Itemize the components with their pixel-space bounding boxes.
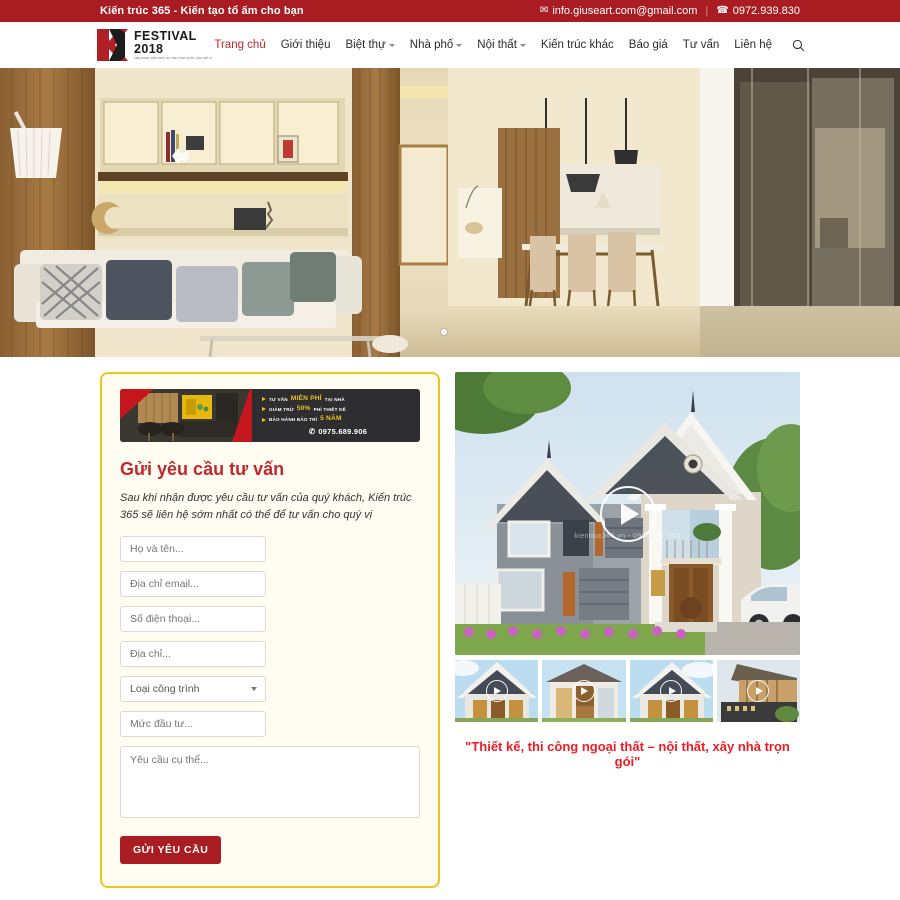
full-name-input[interactable]	[120, 536, 266, 563]
form-description: Sau khi nhận được yêu cầu tư vấn của quý…	[120, 492, 412, 522]
arrow-right-icon	[262, 417, 266, 422]
video-caption: "Thiết kế, thi công ngoại thất – nội thấ…	[465, 739, 790, 769]
play-icon[interactable]	[660, 680, 683, 702]
phone-input[interactable]	[120, 606, 266, 633]
arrow-right-icon	[262, 397, 266, 402]
nav-item-gioi-thieu[interactable]: Giới thiệu	[281, 39, 331, 51]
nav-item-noi-that[interactable]: Nội thất	[477, 39, 526, 51]
submit-request-button[interactable]: GỬI YÊU CẦU	[120, 836, 222, 865]
envelope-icon: ✉	[539, 5, 549, 16]
nav-item-bao-gia[interactable]: Báo giá	[629, 39, 668, 51]
site-tagline: Kiến trúc 365 - Kiến tạo tổ ấm cho bạn	[100, 5, 304, 17]
promo-line-1-pre: TƯ VẤN	[269, 396, 288, 402]
message-textarea[interactable]	[120, 746, 420, 819]
arrow-right-icon	[262, 407, 266, 412]
nav-item-lien-he[interactable]: Liên hệ	[734, 39, 772, 51]
phone-text: 0972.939.830	[732, 5, 800, 17]
play-icon[interactable]	[747, 680, 770, 702]
nav-item-tu-van[interactable]: Tư vấn	[683, 39, 719, 51]
promo-line-2-pre: GIẢM TRỪ	[269, 406, 294, 412]
chevron-down-icon	[388, 44, 395, 47]
search-icon[interactable]	[792, 39, 805, 52]
promo-line-3-pre: BẢO HÀNH BẢO TRÌ	[269, 416, 318, 422]
letter-k-logo-icon	[95, 27, 129, 63]
chevron-down-icon	[519, 44, 526, 47]
nav-item-kien-truc-khac[interactable]: Kiến trúc khác	[541, 39, 614, 51]
email-link[interactable]: ✉ info.giuseart.com@gmail.com	[540, 5, 697, 17]
video-thumbnail-strip	[455, 660, 800, 722]
promo-phone-number: 0975.689.906	[318, 426, 368, 436]
form-fields: Loại công trình	[120, 536, 420, 738]
video-thumbnail-3[interactable]	[629, 660, 713, 722]
promo-line-2-highlight: 50%	[296, 405, 311, 413]
play-icon[interactable]	[599, 485, 656, 542]
nav-item-trang-chu[interactable]: Trang chủ	[214, 39, 265, 51]
promo-line-1-highlight: MIỄN PHÍ	[290, 395, 322, 402]
nav-label: Biệt thự	[345, 39, 386, 51]
phone-icon: ☎	[716, 5, 729, 16]
promo-line-2: GIẢM TRỪ 50% PHÍ THIẾT KẾ	[262, 404, 414, 414]
promo-line-2-post: PHÍ THIẾT KẾ	[313, 406, 346, 412]
form-title: Gửi yêu cầu tư vấn	[120, 459, 285, 479]
contact-separator: |	[705, 5, 709, 17]
site-header: FESTIVAL 2018 LIÊN HOAN KIẾN TRÚC SƯ TRẺ…	[0, 22, 900, 68]
video-thumbnail-2[interactable]	[542, 660, 626, 722]
address-input[interactable]	[120, 641, 266, 668]
project-type-select-wrap: Loại công trình	[120, 676, 266, 703]
chevron-down-icon	[456, 44, 463, 47]
site-logo[interactable]: FESTIVAL 2018 LIÊN HOAN KIẾN TRÚC SƯ TRẺ…	[95, 27, 212, 63]
nav-label: Tư vấn	[682, 39, 720, 51]
logo-festival-text: FESTIVAL	[134, 28, 197, 43]
nav-label: Nhà phố	[409, 39, 454, 51]
video-gallery: kientruc365.vn - 0966.777.365 "Thiết kế,…	[455, 372, 800, 769]
logo-year-text: 2018	[134, 41, 164, 56]
logo-subtitle: LIÊN HOAN KIẾN TRÚC SƯ TRẺ TOÀN QUỐC LẦN…	[134, 57, 212, 61]
promo-banner-photo	[120, 389, 252, 442]
email-text: info.giuseart.com@gmail.com	[552, 5, 698, 17]
nav-label: Báo giá	[628, 39, 668, 51]
phone-circle-icon: ✆	[308, 426, 316, 436]
nav-label: Giới thiệu	[280, 39, 331, 51]
promo-line-1: TƯ VẤN MIỄN PHÍ TẠI NHÀ	[262, 394, 414, 404]
nav-label: Kiến trúc khác	[540, 39, 614, 51]
play-icon[interactable]	[485, 680, 508, 702]
promo-banner-text: TƯ VẤN MIỄN PHÍ TẠI NHÀ GIẢM TRỪ 50% PHÍ…	[252, 389, 420, 442]
nav-label: Liên hệ	[734, 39, 772, 51]
email-input[interactable]	[120, 571, 266, 598]
consultation-form-card: TƯ VẤN MIỄN PHÍ TẠI NHÀ GIẢM TRỪ 50% PHÍ…	[100, 372, 440, 889]
main-video-thumbnail[interactable]: kientruc365.vn - 0966.777.365	[455, 372, 800, 655]
top-bar-contact: ✉ info.giuseart.com@gmail.com | ☎ 0972.9…	[540, 5, 800, 17]
hero-slider[interactable]	[0, 68, 900, 357]
slider-dot-1[interactable]	[441, 329, 447, 335]
video-thumbnail-4[interactable]	[716, 660, 800, 722]
project-type-select[interactable]: Loại công trình	[120, 676, 266, 703]
main-navigation: Trang chủ Giới thiệu Biệt thự Nhà phố Nộ…	[214, 39, 805, 52]
promo-line-3: BẢO HÀNH BẢO TRÌ 5 NĂM	[262, 414, 414, 424]
promo-line-3-highlight: 5 NĂM	[320, 415, 342, 423]
video-thumbnail-1[interactable]	[455, 660, 539, 722]
promo-line-1-post: TẠI NHÀ	[324, 396, 345, 402]
hero-image-living-room	[0, 68, 900, 357]
promo-banner[interactable]: TƯ VẤN MIỄN PHÍ TẠI NHÀ GIẢM TRỪ 50% PHÍ…	[120, 389, 420, 442]
phone-link[interactable]: ☎ 0972.939.830	[716, 5, 800, 17]
play-icon[interactable]	[572, 680, 595, 702]
main-content: TƯ VẤN MIỄN PHÍ TẠI NHÀ GIẢM TRỪ 50% PHÍ…	[0, 357, 900, 900]
nav-item-biet-thu[interactable]: Biệt thự	[345, 39, 395, 51]
nav-item-nha-pho[interactable]: Nhà phố	[409, 39, 463, 51]
nav-label: Trang chủ	[214, 39, 266, 51]
budget-input[interactable]	[120, 711, 266, 738]
nav-label: Nội thất	[477, 39, 517, 51]
promo-phone[interactable]: ✆ 0975.689.906	[262, 427, 414, 436]
top-bar: Kiến trúc 365 - Kiến tạo tổ ấm cho bạn ✉…	[0, 0, 900, 22]
